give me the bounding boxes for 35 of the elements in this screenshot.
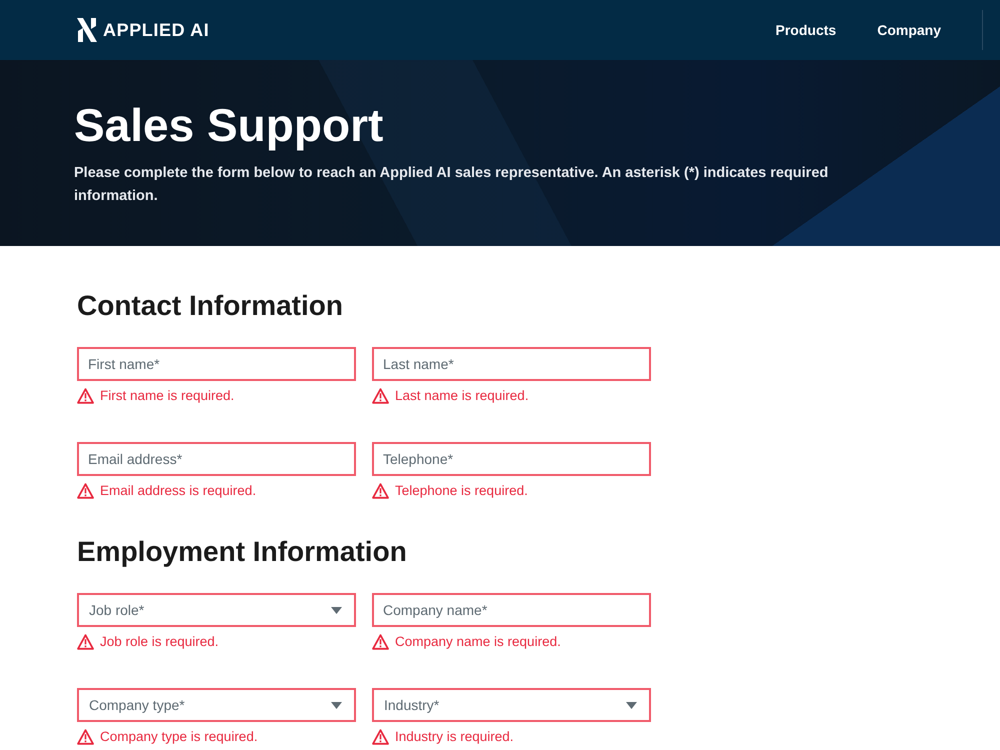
error-message: Company type is required. — [100, 729, 258, 745]
error-message: First name is required. — [100, 388, 234, 404]
dropdown-field[interactable]: Company type* — [77, 688, 356, 722]
dropdown-field[interactable]: Industry* — [372, 688, 651, 722]
warning-icon — [77, 634, 94, 650]
logo-text: APPLIED AI — [103, 20, 210, 40]
error-message: Industry is required. — [395, 729, 514, 745]
error-message: Telephone is required. — [395, 483, 528, 499]
warning-icon — [77, 729, 94, 745]
nav-link[interactable]: Products — [776, 22, 836, 38]
intro-text: Please complete the form below to reach an Applied AI sales representative. An asterisk (*) indicates required information. — [74, 164, 830, 206]
error-message: Last name is required. — [395, 388, 529, 404]
warning-icon — [372, 729, 389, 745]
caret-icon — [331, 702, 342, 708]
input-field[interactable]: First name* — [77, 347, 356, 381]
error-message: Company name is required. — [395, 634, 561, 650]
warning-icon — [372, 483, 389, 499]
error-message: Email address is required. — [100, 483, 256, 499]
warning-icon — [372, 388, 389, 404]
input-field[interactable]: Telephone* — [372, 442, 651, 476]
section-heading: Contact Information — [77, 289, 344, 323]
caret-icon — [331, 606, 342, 614]
error-message: Job role is required. — [100, 634, 219, 650]
caret-icon — [626, 702, 637, 708]
nav-link[interactable]: Company — [877, 22, 941, 38]
warning-icon — [77, 388, 94, 404]
logo-icon — [77, 18, 97, 42]
section-heading: Employment Information — [77, 535, 408, 569]
dropdown-field[interactable]: Job role* — [77, 593, 356, 627]
warning-icon — [372, 634, 389, 650]
page-title: Sales Support — [74, 98, 384, 152]
warning-icon — [77, 483, 94, 499]
input-field[interactable]: Last name* — [372, 347, 651, 381]
input-field[interactable]: Company name* — [372, 593, 651, 627]
input-field[interactable]: Email address* — [77, 442, 356, 476]
